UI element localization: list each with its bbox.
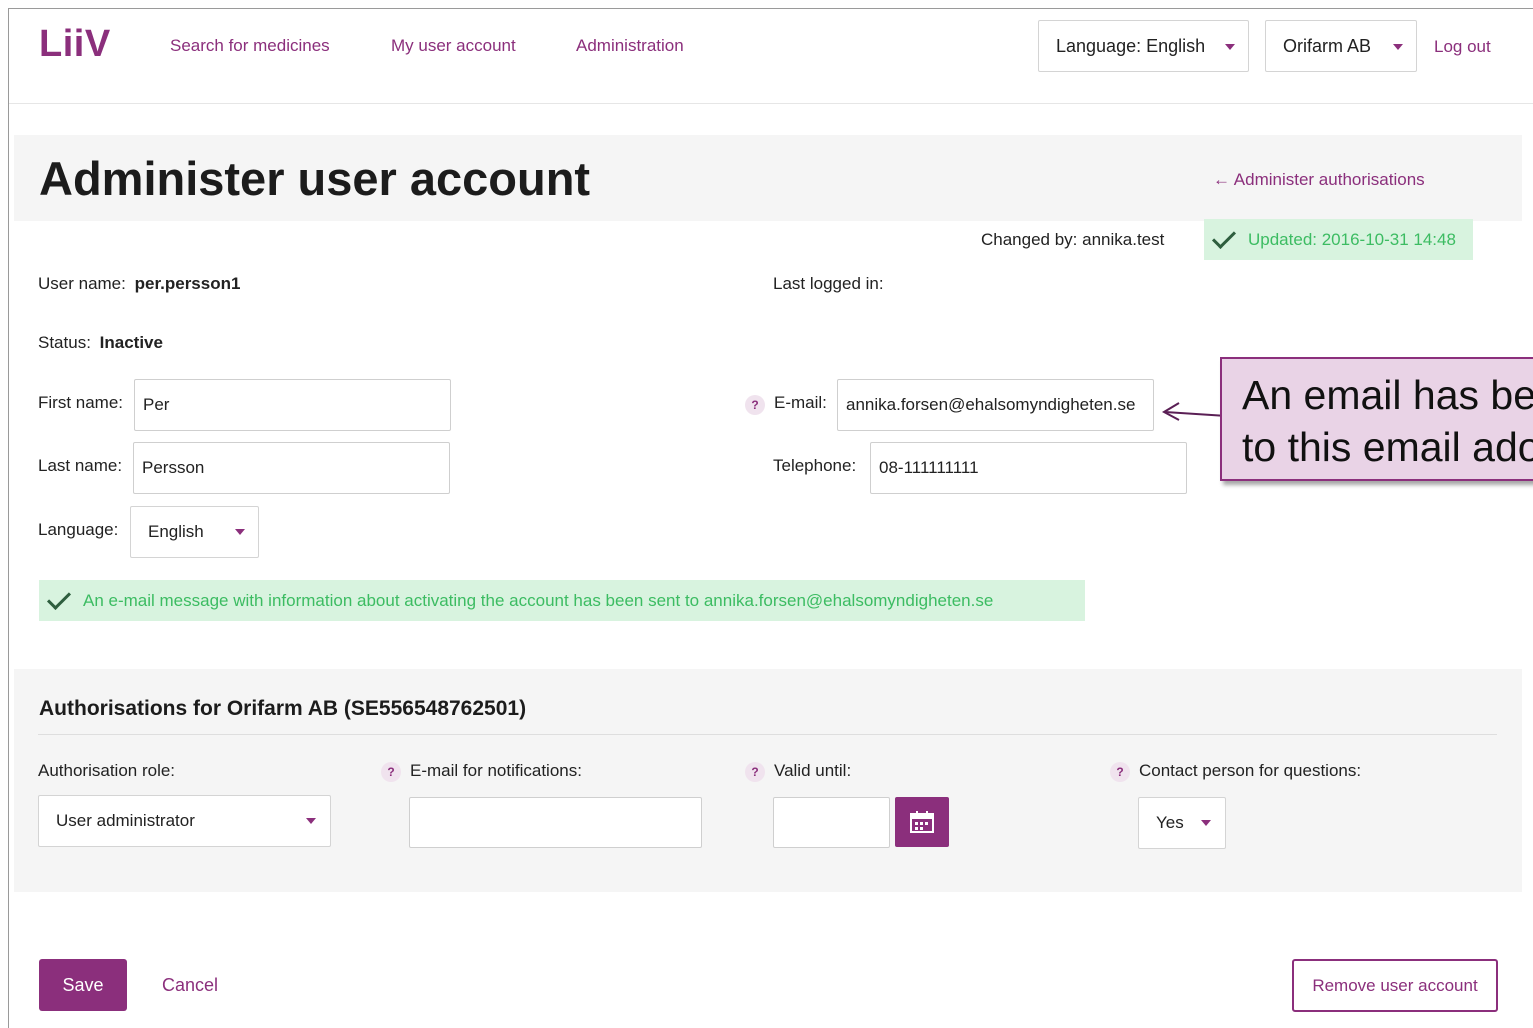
save-button[interactable]: Save xyxy=(39,959,127,1011)
checkmark-icon xyxy=(1211,224,1237,249)
telephone-label: Telephone: xyxy=(773,456,857,475)
app-frame: LiiV Search for medicines My user accoun… xyxy=(8,8,1533,1028)
activation-notice-text: An e-mail message with information about… xyxy=(83,590,994,610)
nav-my-user-account[interactable]: My user account xyxy=(391,36,516,56)
updated-text: Updated: 2016-10-31 14:48 xyxy=(1248,229,1456,249)
liiv-logo[interactable]: LiiV xyxy=(39,23,111,66)
help-icon[interactable]: ? xyxy=(745,395,765,415)
valid-until-label: Valid until: xyxy=(774,761,852,780)
nav-search-medicines[interactable]: Search for medicines xyxy=(170,36,330,56)
calendar-button[interactable] xyxy=(895,797,949,847)
language-select[interactable]: Language: English xyxy=(1038,20,1249,72)
help-icon[interactable]: ? xyxy=(381,762,401,782)
last-name-label: Last name: xyxy=(38,456,123,475)
callout-arrow-icon xyxy=(1161,402,1228,421)
calendar-icon xyxy=(910,811,934,833)
language-select-value: Language: English xyxy=(1056,35,1206,56)
updated-badge: Updated: 2016-10-31 14:48 xyxy=(1204,219,1473,260)
status-label: Status: xyxy=(38,333,91,352)
chevron-down-icon xyxy=(235,529,245,535)
header-divider xyxy=(9,103,1533,104)
email-field[interactable]: annika.forsen@ehalsomyndigheten.se xyxy=(837,379,1154,431)
annotation-callout: An email has be to this email ado xyxy=(1220,357,1533,481)
administer-authorisations-link[interactable]: ← Administer authorisations xyxy=(1213,170,1425,190)
username-label: User name: xyxy=(38,274,126,293)
help-icon[interactable]: ? xyxy=(745,762,765,782)
first-name-label: First name: xyxy=(38,393,124,412)
status-row: Status: Inactive xyxy=(38,333,163,353)
checkmark-icon xyxy=(46,585,72,610)
nav-administration[interactable]: Administration xyxy=(576,36,684,56)
language-label: Language: xyxy=(38,520,119,539)
contact-label: Contact person for questions: xyxy=(1139,761,1362,780)
chevron-down-icon xyxy=(1393,44,1403,50)
role-label: Authorisation role: xyxy=(38,761,176,780)
last-name-field[interactable]: Persson xyxy=(133,442,450,494)
username-row: User name: per.persson1 xyxy=(38,274,240,294)
user-language-select[interactable]: English xyxy=(130,506,259,558)
chevron-down-icon xyxy=(1225,44,1235,50)
organisation-select-value: Orifarm AB xyxy=(1283,35,1372,56)
authorisations-heading: Authorisations for Orifarm AB (SE5565487… xyxy=(39,697,527,720)
authorisation-role-value: User administrator xyxy=(56,811,195,830)
authorisations-divider xyxy=(38,734,1497,735)
authorisation-role-select[interactable]: User administrator xyxy=(38,795,331,847)
cancel-link[interactable]: Cancel xyxy=(162,975,218,996)
last-logged-label: Last logged in: xyxy=(773,274,884,293)
page-title: Administer user account xyxy=(39,152,591,205)
status-value: Inactive xyxy=(99,333,163,352)
chevron-down-icon xyxy=(306,818,316,824)
telephone-field[interactable]: 08-111111111 xyxy=(870,442,1187,494)
logout-link[interactable]: Log out xyxy=(1434,37,1491,57)
email-label: E-mail: xyxy=(774,393,827,412)
user-language-value: English xyxy=(148,522,204,541)
notify-email-label: E-mail for notifications: xyxy=(410,761,582,780)
notify-email-field[interactable] xyxy=(409,797,702,848)
contact-person-select[interactable]: Yes xyxy=(1138,797,1226,849)
chevron-down-icon xyxy=(1201,820,1211,826)
activation-notice: An e-mail message with information about… xyxy=(39,580,1085,621)
organisation-select[interactable]: Orifarm AB xyxy=(1265,20,1417,72)
username-value: per.persson1 xyxy=(134,274,241,293)
contact-person-value: Yes xyxy=(1156,813,1184,832)
remove-user-account-button[interactable]: Remove user account xyxy=(1292,959,1498,1012)
first-name-field[interactable]: Per xyxy=(134,379,451,431)
changed-by-text: Changed by: annika.test xyxy=(981,230,1165,249)
help-icon[interactable]: ? xyxy=(1110,762,1130,782)
valid-until-field[interactable] xyxy=(773,797,890,848)
